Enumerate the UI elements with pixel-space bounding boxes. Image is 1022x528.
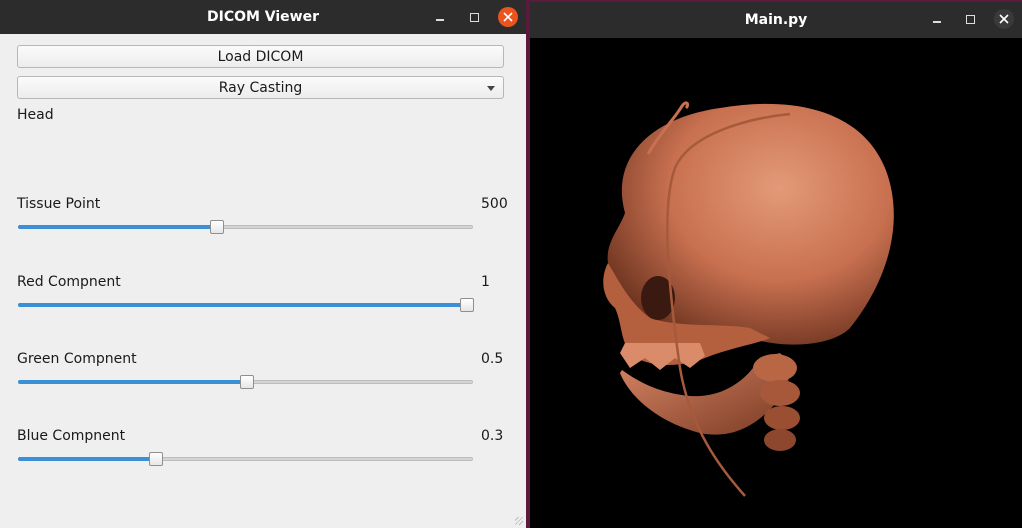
- slider-handle[interactable]: [148, 452, 163, 466]
- slider-fill: [18, 225, 216, 229]
- chevron-down-icon: [487, 86, 495, 91]
- slider-fill: [18, 303, 466, 307]
- slider-fill: [18, 457, 155, 461]
- close-icon[interactable]: [994, 9, 1014, 29]
- green-component-slider[interactable]: [18, 375, 473, 389]
- vertebra-shape: [764, 429, 796, 451]
- red-component-value: 1: [481, 274, 490, 290]
- teeth-shape: [620, 343, 705, 370]
- control-panel: Load DICOM Ray Casting Head Tissue Point…: [0, 34, 526, 528]
- maximize-icon[interactable]: [464, 7, 484, 27]
- load-dicom-button[interactable]: Load DICOM: [17, 45, 504, 68]
- render-window-titlebar[interactable]: Main.py: [530, 2, 1022, 38]
- tissue-point-label: Tissue Point: [17, 196, 101, 212]
- red-component-slider[interactable]: [18, 298, 474, 312]
- blue-component-label: Blue Compnent: [17, 428, 126, 444]
- dicom-viewer-window: DICOM Viewer Load DICOM Ray Casting Head…: [0, 0, 526, 528]
- vertebra-shape: [753, 354, 797, 382]
- render-window: Main.py: [530, 2, 1022, 528]
- minimize-icon[interactable]: [927, 9, 947, 29]
- slider-handle[interactable]: [460, 298, 474, 312]
- vertebra-shape: [764, 406, 800, 430]
- blue-component-value: 0.3: [481, 428, 504, 444]
- resize-grip-icon[interactable]: [515, 517, 523, 525]
- dicom-viewer-titlebar[interactable]: DICOM Viewer: [0, 0, 526, 34]
- window-title: Main.py: [744, 12, 808, 28]
- close-icon[interactable]: [498, 7, 518, 27]
- tissue-point-value: 500: [481, 196, 508, 212]
- render-mode-dropdown[interactable]: Ray Casting: [17, 76, 504, 99]
- vertebra-shape: [760, 380, 800, 406]
- minimize-icon[interactable]: [430, 7, 450, 27]
- tissue-point-slider[interactable]: [18, 220, 473, 234]
- skull-volume-render: [603, 101, 894, 497]
- blue-component-slider[interactable]: [18, 452, 473, 466]
- maximize-icon[interactable]: [960, 9, 980, 29]
- green-component-label: Green Compnent: [17, 351, 137, 367]
- render-mode-value: Ray Casting: [218, 79, 303, 96]
- volume-render-viewport[interactable]: [530, 38, 1022, 528]
- green-component-value: 0.5: [481, 351, 504, 367]
- slider-handle[interactable]: [209, 220, 224, 234]
- red-component-label: Red Compnent: [17, 274, 121, 290]
- slider-handle[interactable]: [239, 375, 254, 389]
- preset-label: Head: [17, 107, 54, 123]
- slider-fill: [18, 380, 246, 384]
